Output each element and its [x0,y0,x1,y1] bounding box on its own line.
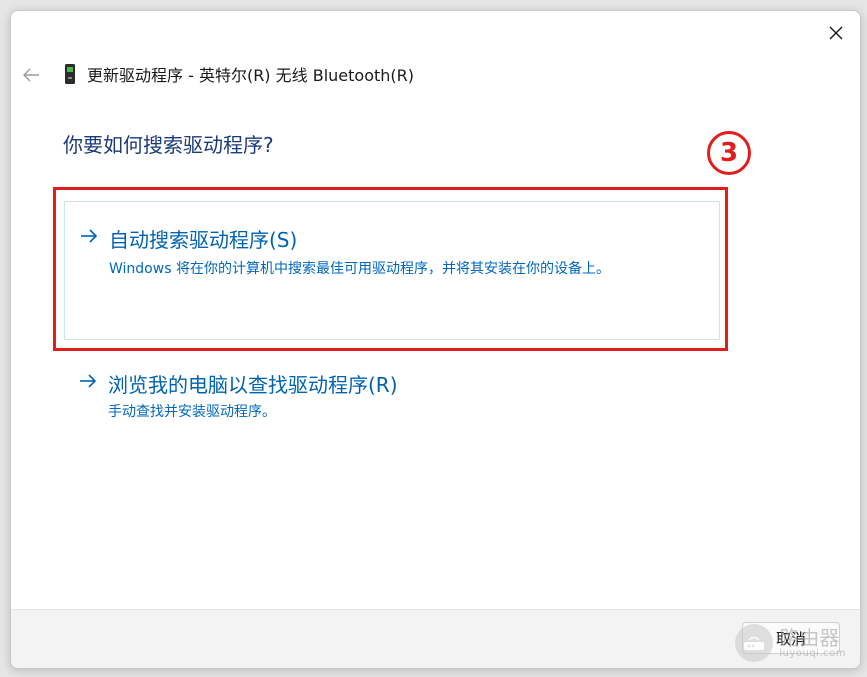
browse-computer-driver-option[interactable]: 浏览我的电脑以查找驱动程序(R) 手动查找并安装驱动程序。 [64,361,720,431]
dialog-title: 更新驱动程序 - 英特尔(R) 无线 Bluetooth(R) [87,66,414,85]
dialog-footer: 取消 路由器 luyouqi.com [11,609,860,668]
usb-device-icon [65,64,75,84]
page-heading: 你要如何搜索驱动程序? [63,133,274,157]
close-icon [829,26,843,40]
update-driver-dialog: 更新驱动程序 - 英特尔(R) 无线 Bluetooth(R) 你要如何搜索驱动… [10,10,861,669]
back-arrow-icon [23,68,39,82]
back-button[interactable] [19,63,43,87]
red-highlight-frame [53,187,728,351]
step-number-badge: 3 [707,131,751,175]
arrow-right-icon [80,374,97,388]
option-title: 浏览我的电脑以查找驱动程序(R) [108,373,398,397]
dialog-title-bar: 更新驱动程序 - 英特尔(R) 无线 Bluetooth(R) [63,61,414,87]
cancel-button[interactable]: 取消 [742,622,840,654]
close-button[interactable] [820,17,852,49]
option-description: 手动查找并安装驱动程序。 [108,404,276,420]
